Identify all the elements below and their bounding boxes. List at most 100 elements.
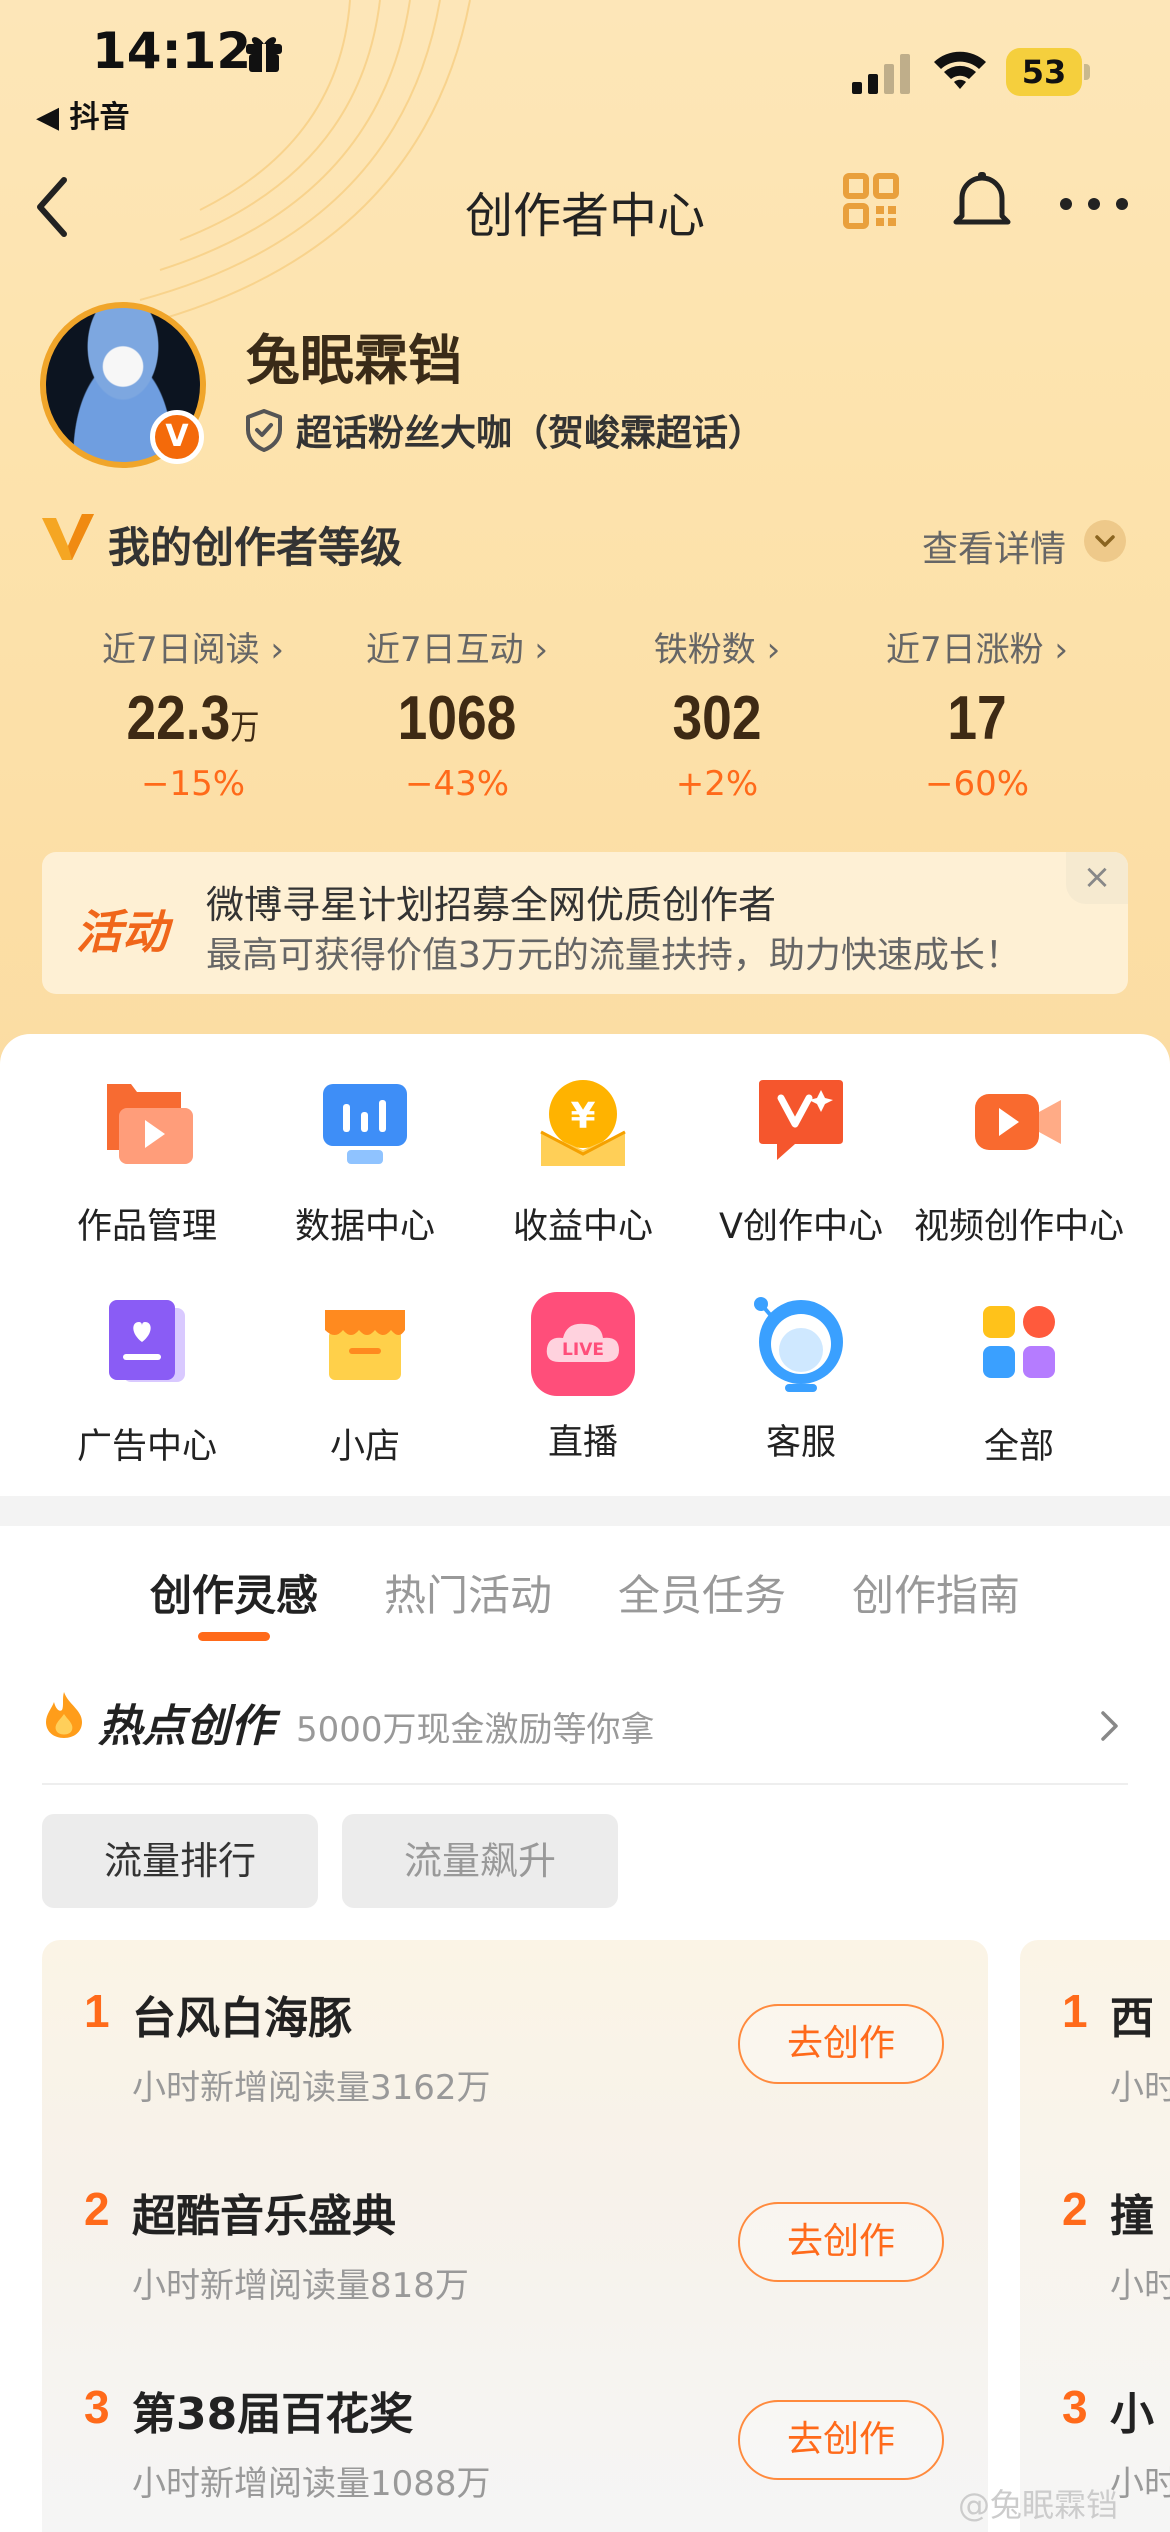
battery-indicator: 53: [1006, 48, 1090, 96]
active-tab-indicator: [198, 1632, 270, 1641]
go-create-button[interactable]: 去创作: [738, 2202, 944, 2282]
rank-number: 2: [1062, 2183, 1088, 2235]
qr-code-icon[interactable]: [842, 172, 900, 230]
tool-live[interactable]: LIVE 直播: [474, 1290, 692, 1465]
stat-change: +2%: [675, 764, 759, 804]
rank-title[interactable]: 小: [1110, 2378, 1154, 2442]
stat-interact-7d[interactable]: 近7日互动 › 1068 −43%: [312, 622, 602, 804]
flame-icon: [46, 1692, 82, 1738]
stat-label: 近7日阅读 ›: [101, 630, 285, 670]
stat-value: 22.3万: [126, 684, 260, 753]
tool-label: 小店: [329, 1427, 400, 1467]
tab-all-tasks[interactable]: 全员任务: [618, 1562, 786, 1623]
works-icon: [107, 1084, 193, 1164]
tool-label: V创作中心: [719, 1207, 883, 1247]
stat-read-7d[interactable]: 近7日阅读 › 22.3万 −15%: [48, 622, 338, 804]
rank-title[interactable]: 超酷音乐盛典: [132, 2180, 396, 2244]
back-to-app-link[interactable]: ◀ 抖音: [36, 92, 130, 136]
rank-subtitle: 小时新增阅读量3162万: [132, 2068, 491, 2108]
shop-icon: [325, 1310, 405, 1380]
go-create-button[interactable]: 去创作: [738, 2400, 944, 2480]
stat-label: 近7日互动 ›: [365, 630, 549, 670]
rank-title[interactable]: 撞: [1110, 2180, 1154, 2244]
stat-change: −43%: [404, 764, 510, 804]
tool-works[interactable]: 作品管理: [38, 1076, 256, 1249]
tool-label: 收益中心: [512, 1207, 653, 1247]
video-icon: [975, 1094, 1061, 1150]
tab-inspiration[interactable]: 创作灵感: [150, 1562, 318, 1623]
rank-number: 3: [84, 2381, 110, 2433]
verified-badge: V: [150, 410, 204, 464]
close-icon[interactable]: ×: [1066, 852, 1128, 904]
banner-tag: 活动: [76, 905, 168, 959]
v-level-icon: [42, 514, 94, 560]
v-create-icon: [759, 1080, 843, 1160]
rank-number: 1: [84, 1985, 110, 2037]
tab-hot-activities[interactable]: 热门活动: [384, 1562, 552, 1623]
status-time: 14:12: [92, 22, 252, 80]
tool-v-create[interactable]: V创作中心: [692, 1076, 910, 1249]
more-options-icon[interactable]: [1058, 196, 1130, 212]
tool-ad[interactable]: 广告中心: [38, 1296, 256, 1469]
rank-number: 3: [1062, 2381, 1088, 2433]
banner-subtitle: 最高可获得价值3万元的流量扶持，助力快速成长！: [206, 935, 1021, 976]
rank-subtitle: 小时: [1110, 2464, 1170, 2504]
chevron-right-icon[interactable]: [1098, 1708, 1122, 1744]
banner-title: 微博寻星计划招募全网优质创作者: [206, 883, 777, 927]
rank-title[interactable]: 西: [1110, 1982, 1154, 2046]
shield-icon: [246, 409, 282, 452]
stat-label: 近7日涨粉 ›: [885, 630, 1069, 670]
tool-video[interactable]: 视频创作中心: [910, 1076, 1128, 1249]
tool-label: 直播: [547, 1423, 618, 1463]
stat-value: 17: [947, 684, 1007, 753]
filter-traffic-surge[interactable]: 流量飙升: [342, 1814, 618, 1908]
tool-service[interactable]: 客服: [692, 1290, 910, 1465]
rank-title[interactable]: 台风白海豚: [132, 1982, 352, 2046]
tool-label: 客服: [765, 1423, 836, 1463]
stat-value: 1068: [397, 684, 517, 753]
rank-subtitle: 小时: [1110, 2068, 1170, 2108]
income-icon: ¥: [540, 1080, 626, 1166]
username[interactable]: 兔眠霖铛: [246, 316, 462, 395]
live-icon: LIVE: [531, 1292, 635, 1396]
tool-shop[interactable]: 小店: [256, 1296, 474, 1469]
tab-guide[interactable]: 创作指南: [852, 1562, 1020, 1623]
all-icon: [983, 1306, 1055, 1378]
filter-traffic-rank[interactable]: 流量排行: [42, 1814, 318, 1908]
tool-income[interactable]: ¥ 收益中心: [474, 1076, 692, 1249]
rank-number: 2: [84, 2183, 110, 2235]
fan-title: 超话粉丝大咖（贺峻霖超话）: [296, 413, 765, 454]
rank-subtitle: 小时新增阅读量818万: [132, 2266, 469, 2306]
divider: [42, 1783, 1128, 1785]
wifi-icon: [934, 51, 986, 89]
stat-iron-fans[interactable]: 铁粉数 › 302 +2%: [572, 622, 862, 804]
stat-change: −15%: [140, 764, 246, 804]
bell-icon[interactable]: [952, 170, 1012, 232]
rank-subtitle: 小时: [1110, 2266, 1170, 2306]
tool-data[interactable]: 数据中心: [256, 1076, 474, 1249]
tool-all[interactable]: 全部: [910, 1296, 1128, 1469]
stat-change: −60%: [924, 764, 1030, 804]
stat-label: 铁粉数 ›: [653, 630, 781, 670]
hot-creation-title: 热点创作: [98, 1701, 274, 1752]
tool-label: 广告中心: [76, 1427, 217, 1467]
watermark: @兔眠霖铛: [958, 2486, 1119, 2524]
go-create-button[interactable]: 去创作: [738, 2004, 944, 2084]
tool-label: 全部: [983, 1427, 1054, 1467]
service-icon: [754, 1297, 843, 1392]
tool-label: 作品管理: [76, 1207, 217, 1247]
live-icon-text: LIVE: [562, 1340, 604, 1360]
tool-label: 视频创作中心: [913, 1207, 1124, 1247]
tool-label: 数据中心: [294, 1207, 435, 1247]
stat-new-fans-7d[interactable]: 近7日涨粉 › 17 −60%: [832, 622, 1122, 804]
svg-text:¥: ¥: [570, 1096, 595, 1137]
gift-icon: [246, 37, 282, 72]
rank-subtitle: 小时新增阅读量1088万: [132, 2464, 491, 2504]
data-icon: [323, 1084, 407, 1164]
hot-creation-subtitle: 5000万现金激励等你拿: [296, 1710, 655, 1750]
level-chevron-icon[interactable]: [1084, 520, 1126, 562]
rank-title[interactable]: 第38届百花奖: [132, 2378, 413, 2442]
signal-icon: [852, 54, 910, 94]
rank-number: 1: [1062, 1985, 1088, 2037]
level-detail-link[interactable]: 查看详情: [922, 520, 1066, 572]
